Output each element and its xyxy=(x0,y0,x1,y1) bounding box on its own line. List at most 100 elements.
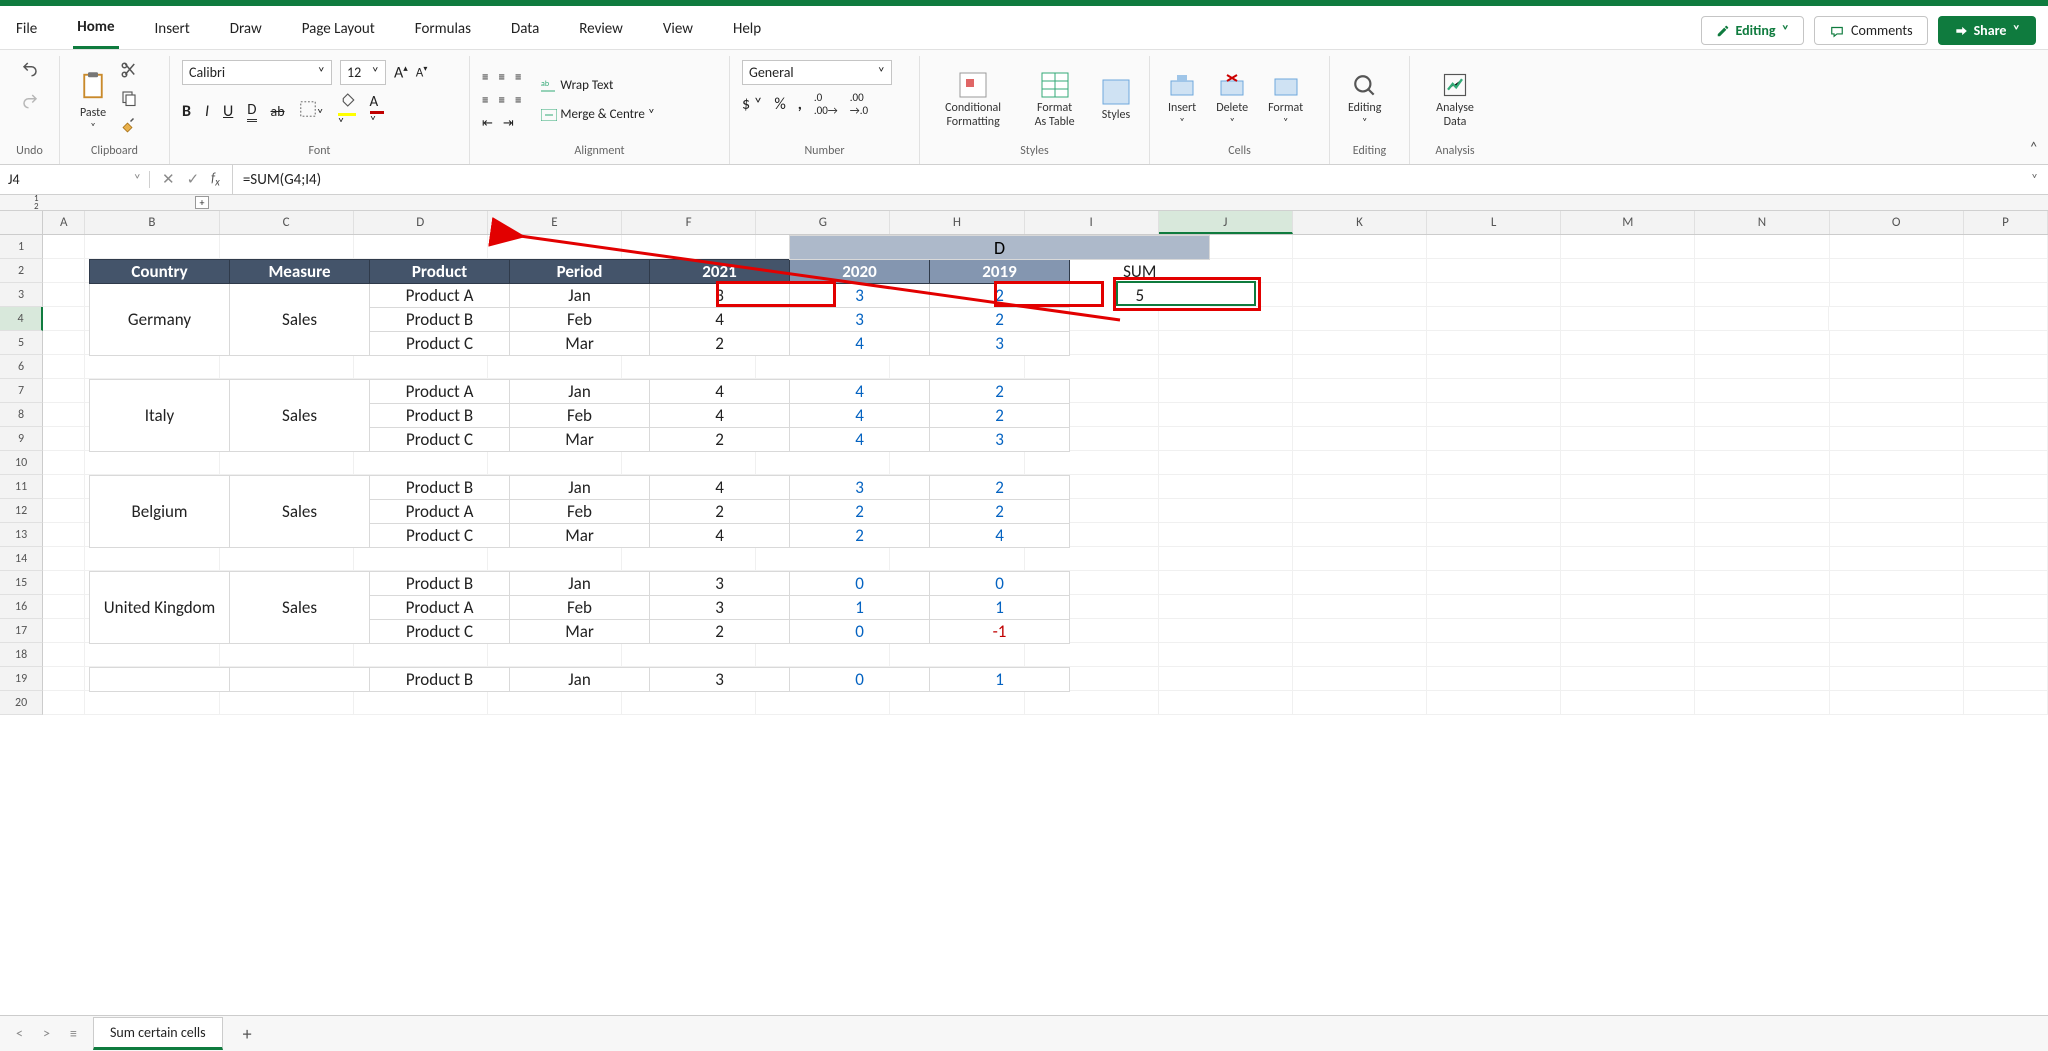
cell[interactable] xyxy=(488,691,622,715)
cell[interactable] xyxy=(622,523,756,547)
cell[interactable] xyxy=(354,331,488,355)
cell[interactable] xyxy=(1964,379,2048,403)
paste-button[interactable]: Paste ˅ xyxy=(72,66,114,135)
cell[interactable] xyxy=(1159,691,1293,715)
cell[interactable] xyxy=(1159,355,1293,379)
cell[interactable] xyxy=(890,355,1024,379)
cell[interactable] xyxy=(1830,643,1964,667)
cell[interactable] xyxy=(1964,571,2048,595)
cell[interactable] xyxy=(756,523,890,547)
cell[interactable] xyxy=(1025,403,1159,427)
column-header-B[interactable]: B xyxy=(85,211,219,234)
cell[interactable] xyxy=(622,379,756,403)
cell[interactable] xyxy=(1964,499,2048,523)
cell[interactable] xyxy=(85,523,219,547)
cell[interactable] xyxy=(1964,523,2048,547)
cell[interactable] xyxy=(1159,427,1293,451)
cell[interactable] xyxy=(85,547,219,571)
cell[interactable] xyxy=(220,307,354,331)
decrease-font-button[interactable]: A▾ xyxy=(416,64,428,80)
cell[interactable] xyxy=(1695,475,1829,499)
cell[interactable] xyxy=(1964,691,2048,715)
currency-button[interactable]: $ ˅ xyxy=(742,95,762,114)
column-header-P[interactable]: P xyxy=(1964,211,2048,234)
cell[interactable] xyxy=(1427,643,1561,667)
cell[interactable] xyxy=(85,259,219,283)
cell[interactable] xyxy=(1159,547,1293,571)
cell[interactable] xyxy=(85,403,219,427)
cell[interactable] xyxy=(1695,259,1829,283)
cell[interactable] xyxy=(43,547,85,571)
cell[interactable] xyxy=(1159,259,1293,283)
cell[interactable] xyxy=(354,379,488,403)
row-header-7[interactable]: 7 xyxy=(0,379,43,403)
cell[interactable] xyxy=(220,235,354,259)
sheet-list-button[interactable]: ≡ xyxy=(66,1023,81,1044)
cell[interactable] xyxy=(622,547,756,571)
cell[interactable] xyxy=(1561,259,1695,283)
cell[interactable] xyxy=(1695,571,1829,595)
cell[interactable] xyxy=(1830,667,1964,691)
column-header-G[interactable]: G xyxy=(756,211,890,234)
cell[interactable] xyxy=(1561,355,1695,379)
cell[interactable] xyxy=(1159,499,1293,523)
cell[interactable] xyxy=(1025,283,1159,307)
cell[interactable] xyxy=(85,235,219,259)
cell[interactable] xyxy=(1293,547,1427,571)
column-header-L[interactable]: L xyxy=(1427,211,1561,234)
cell[interactable] xyxy=(1159,451,1293,475)
cell[interactable] xyxy=(488,523,622,547)
cell[interactable] xyxy=(756,667,890,691)
cell[interactable] xyxy=(1159,331,1293,355)
cell[interactable] xyxy=(1025,547,1159,571)
cell[interactable] xyxy=(43,643,85,667)
cell[interactable] xyxy=(622,595,756,619)
tab-home[interactable]: Home xyxy=(73,12,118,49)
cell[interactable] xyxy=(43,403,85,427)
cell[interactable] xyxy=(488,331,622,355)
cell[interactable] xyxy=(1695,235,1829,259)
cell[interactable] xyxy=(1830,451,1964,475)
cell[interactable] xyxy=(756,307,890,331)
tab-data[interactable]: Data xyxy=(507,14,543,48)
cell[interactable] xyxy=(756,379,890,403)
cell[interactable] xyxy=(354,403,488,427)
cell[interactable] xyxy=(220,595,354,619)
fx-icon[interactable]: fx xyxy=(211,171,220,189)
cell[interactable] xyxy=(354,523,488,547)
cell[interactable] xyxy=(1293,235,1427,259)
cell[interactable] xyxy=(1964,595,2048,619)
cell[interactable] xyxy=(220,667,354,691)
cell[interactable] xyxy=(220,451,354,475)
cell[interactable] xyxy=(1427,667,1561,691)
cell[interactable] xyxy=(1427,427,1561,451)
tab-view[interactable]: View xyxy=(659,14,697,48)
cell[interactable] xyxy=(1830,691,1964,715)
cell[interactable] xyxy=(1964,427,2048,451)
cell[interactable] xyxy=(1025,595,1159,619)
cell[interactable] xyxy=(1025,499,1159,523)
cell[interactable] xyxy=(1025,691,1159,715)
cell[interactable] xyxy=(1025,451,1159,475)
redo-button[interactable] xyxy=(19,92,41,114)
cell[interactable] xyxy=(1964,451,2048,475)
cell[interactable] xyxy=(1830,259,1964,283)
cell[interactable] xyxy=(1159,475,1293,499)
row-header-9[interactable]: 9 xyxy=(0,427,43,451)
column-header-A[interactable]: A xyxy=(43,211,85,234)
cell[interactable] xyxy=(1964,283,2048,307)
cell[interactable] xyxy=(1964,307,2048,331)
undo-button[interactable] xyxy=(19,60,41,82)
cell[interactable] xyxy=(1695,523,1829,547)
row-header-20[interactable]: 20 xyxy=(0,691,43,715)
cell[interactable] xyxy=(1561,427,1695,451)
cell[interactable] xyxy=(890,235,1024,259)
cell[interactable] xyxy=(1427,595,1561,619)
cell[interactable] xyxy=(622,283,756,307)
column-header-K[interactable]: K xyxy=(1293,211,1427,234)
outline-levels[interactable]: 12 xyxy=(0,195,45,210)
row-header-6[interactable]: 6 xyxy=(0,355,43,379)
cell[interactable] xyxy=(1159,235,1293,259)
insert-cells-button[interactable]: Insert˅ xyxy=(1162,71,1202,130)
cell[interactable] xyxy=(85,667,219,691)
